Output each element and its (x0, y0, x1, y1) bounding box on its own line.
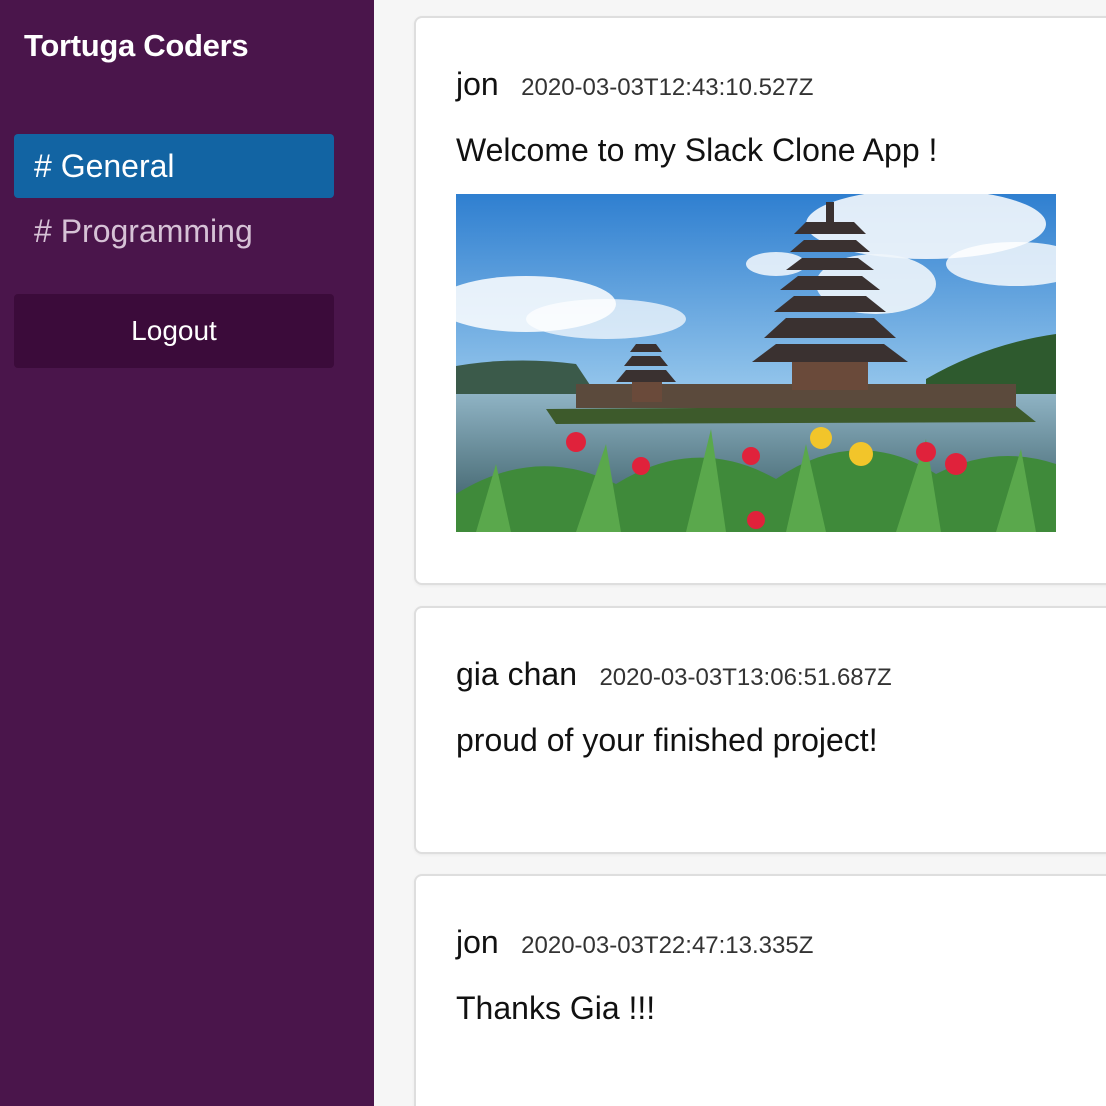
message-text: proud of your finished project! (456, 722, 878, 758)
app-root: Tortuga Coders # General # Programming L… (0, 0, 1106, 1106)
message-text: Welcome to my Slack Clone App ! (456, 132, 938, 168)
message-header: jon 2020-03-03T12:43:10.527Z (456, 66, 813, 103)
message-card: jon 2020-03-03T22:47:13.335Z Thanks Gia … (414, 874, 1106, 1106)
message-author: jon (456, 924, 499, 960)
message-header: jon 2020-03-03T22:47:13.335Z (456, 924, 813, 961)
message-image[interactable] (456, 194, 1056, 532)
logout-button[interactable]: Logout (14, 294, 334, 368)
message-timestamp: 2020-03-03T22:47:13.335Z (521, 932, 814, 959)
message-feed: jon 2020-03-03T12:43:10.527Z Welcome to … (374, 0, 1106, 1106)
sidebar: Tortuga Coders # General # Programming L… (0, 0, 374, 1106)
message-header: gia chan 2020-03-03T13:06:51.687Z (456, 656, 892, 693)
channel-general[interactable]: # General (14, 134, 334, 198)
message-card: jon 2020-03-03T12:43:10.527Z Welcome to … (414, 16, 1106, 585)
workspace-name: Tortuga Coders (24, 28, 249, 63)
message-author: gia chan (456, 656, 577, 692)
message-timestamp: 2020-03-03T12:43:10.527Z (521, 74, 814, 101)
message-card: gia chan 2020-03-03T13:06:51.687Z proud … (414, 606, 1106, 854)
message-timestamp: 2020-03-03T13:06:51.687Z (599, 664, 892, 691)
channel-programming[interactable]: # Programming (14, 199, 334, 263)
message-author: jon (456, 66, 499, 102)
message-text: Thanks Gia !!! (456, 990, 656, 1026)
